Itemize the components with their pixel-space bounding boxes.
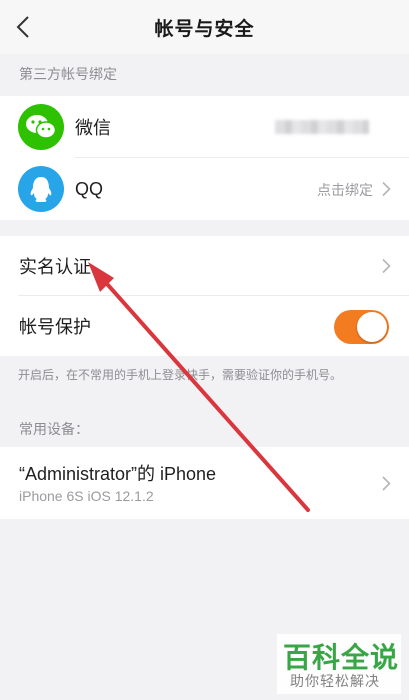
wechat-label: 微信 <box>75 118 111 138</box>
section-label-third-party: 第三方帐号绑定 <box>19 66 117 82</box>
security-list: 实名认证 帐号保护 <box>0 236 409 356</box>
chevron-right-icon <box>382 476 391 491</box>
chevron-right-icon <box>382 181 391 197</box>
watermark-subtitle: 助你轻松解决 <box>290 673 380 689</box>
chevron-right-icon <box>382 258 391 274</box>
list-item-real-name[interactable]: 实名认证 <box>0 236 409 296</box>
page-title: 帐号与安全 <box>154 18 255 40</box>
wechat-icon <box>18 104 64 150</box>
device-detail: iPhone 6S iOS 12.1.2 <box>19 488 154 504</box>
qq-label: QQ <box>75 178 104 199</box>
real-name-label: 实名认证 <box>19 257 91 277</box>
list-item-account-protection: 帐号保护 <box>0 296 409 356</box>
nav-bar: 帐号与安全 <box>0 0 409 54</box>
toggle-knob <box>357 312 387 342</box>
account-protection-hint: 开启后，在不常用的手机上登录快手，需要验证你的手机号。 <box>18 368 343 382</box>
section-label-devices: 常用设备： <box>19 421 89 437</box>
qq-bind-action: 点击绑定 <box>317 182 373 198</box>
qq-icon <box>18 166 64 212</box>
watermark-title: 百科全说 <box>283 642 400 673</box>
back-button[interactable] <box>8 10 38 44</box>
wechat-account-blurred <box>275 120 369 134</box>
list-item-qq[interactable]: QQ 点击绑定 <box>0 158 409 220</box>
account-protection-label: 帐号保护 <box>19 317 91 337</box>
third-party-list: 微信 QQ 点击绑定 <box>0 96 409 220</box>
chevron-left-icon <box>16 16 29 38</box>
watermark-logo: 百科全说 助你轻松解决 <box>277 634 401 694</box>
list-item-wechat[interactable]: 微信 <box>0 96 409 158</box>
account-protection-toggle[interactable] <box>334 310 389 344</box>
device-name: “Administrator”的 iPhone <box>19 464 217 484</box>
